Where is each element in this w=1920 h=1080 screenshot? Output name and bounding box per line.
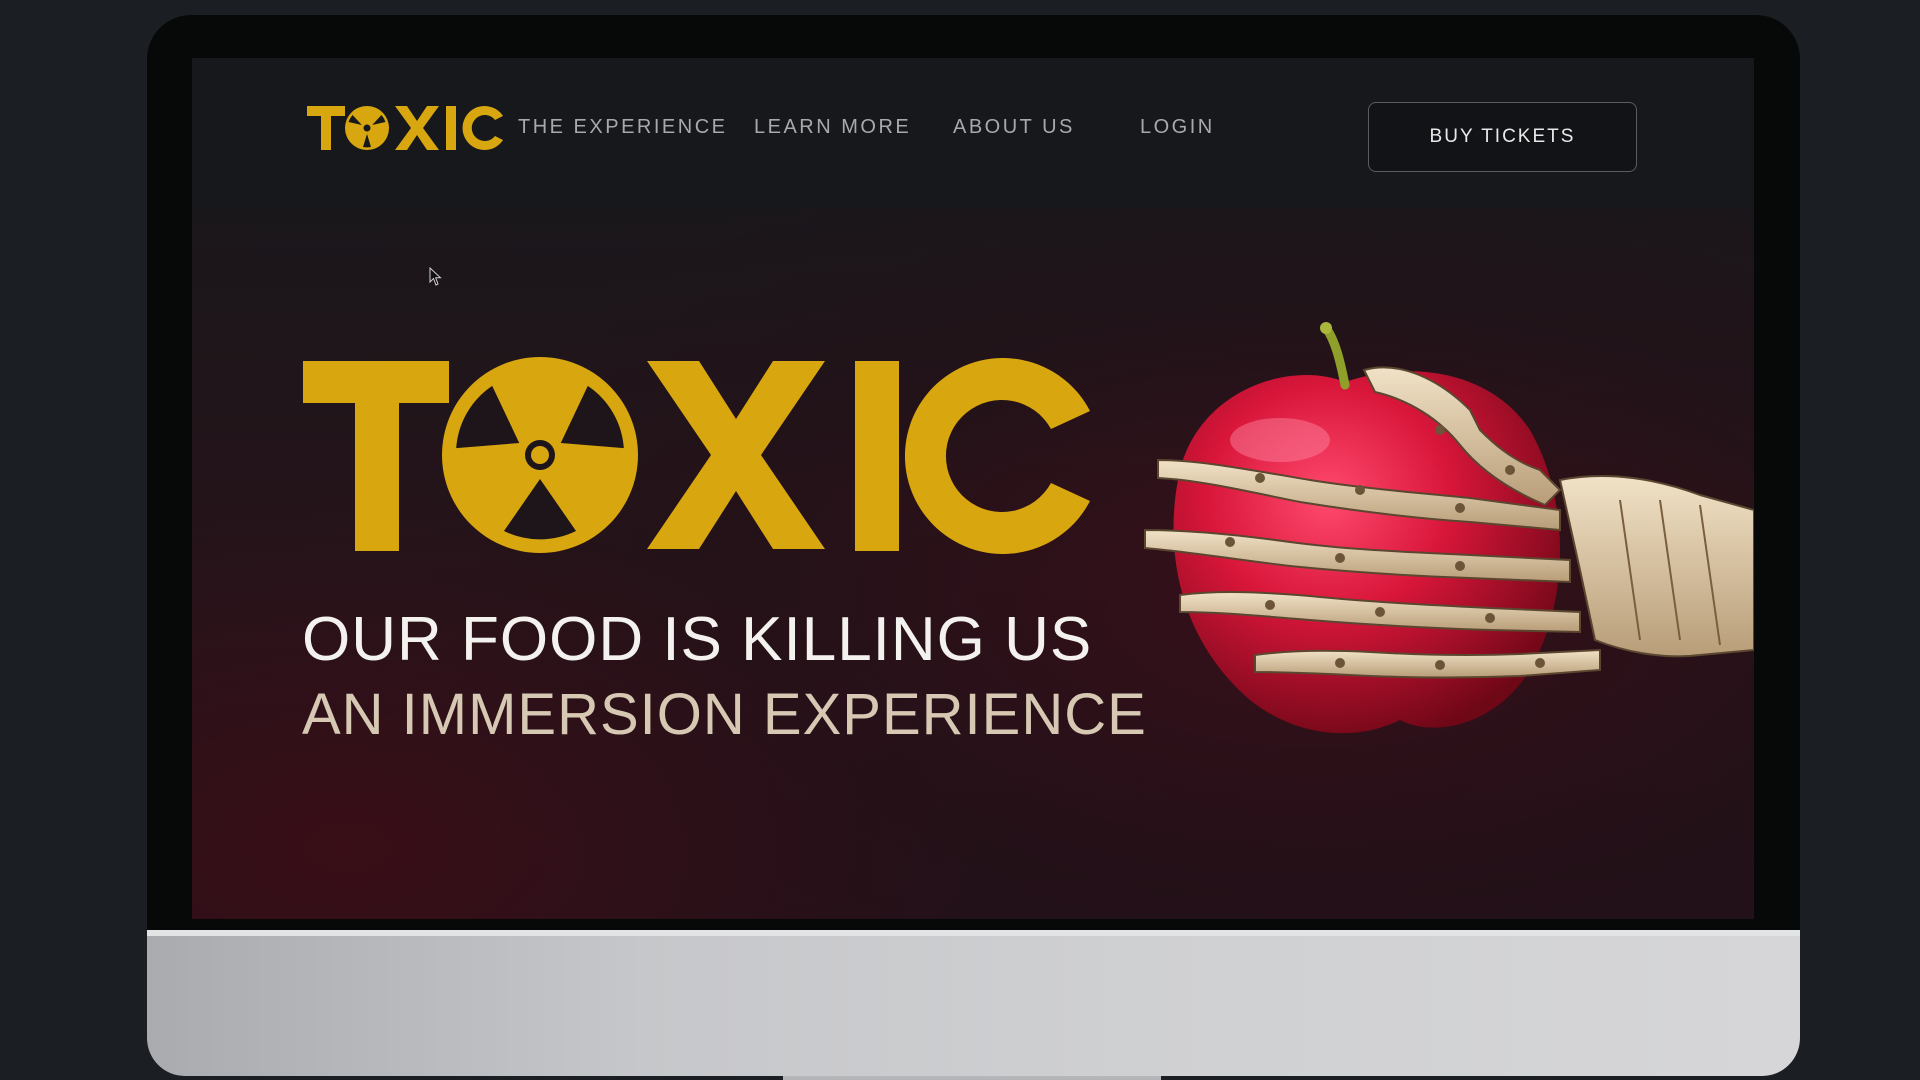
desktop-backdrop: THE EXPERIENCE LEARN MORE ABOUT US LOGIN…	[0, 0, 1920, 1080]
nav-link-about-us[interactable]: ABOUT US	[953, 116, 1075, 139]
nav-logo[interactable]	[307, 98, 507, 158]
mouse-pointer-icon	[429, 267, 442, 286]
nav-link-login[interactable]: LOGIN	[1140, 116, 1215, 139]
monitor: THE EXPERIENCE LEARN MORE ABOUT US LOGIN…	[147, 15, 1800, 1080]
radiation-icon	[442, 357, 638, 553]
radiation-icon	[345, 106, 389, 150]
buy-tickets-button[interactable]: BUY TICKETS	[1368, 102, 1637, 172]
monitor-chin	[147, 930, 1800, 1076]
monitor-stand	[783, 1076, 1161, 1080]
monitor-chin-edge	[147, 930, 1800, 936]
nav-link-the-experience[interactable]: THE EXPERIENCE	[518, 116, 727, 139]
nav-link-learn-more[interactable]: LEARN MORE	[754, 116, 911, 139]
hero-logo	[303, 357, 1090, 554]
hero-tagline-primary: OUR FOOD IS KILLING US	[302, 605, 1093, 674]
hero-tagline-secondary: AN IMMERSION EXPERIENCE	[302, 682, 1147, 747]
apple-skeleton-hand-image	[1144, 322, 1754, 734]
top-navigation: THE EXPERIENCE LEARN MORE ABOUT US LOGIN…	[192, 58, 1754, 208]
website-screen: THE EXPERIENCE LEARN MORE ABOUT US LOGIN…	[192, 58, 1754, 919]
